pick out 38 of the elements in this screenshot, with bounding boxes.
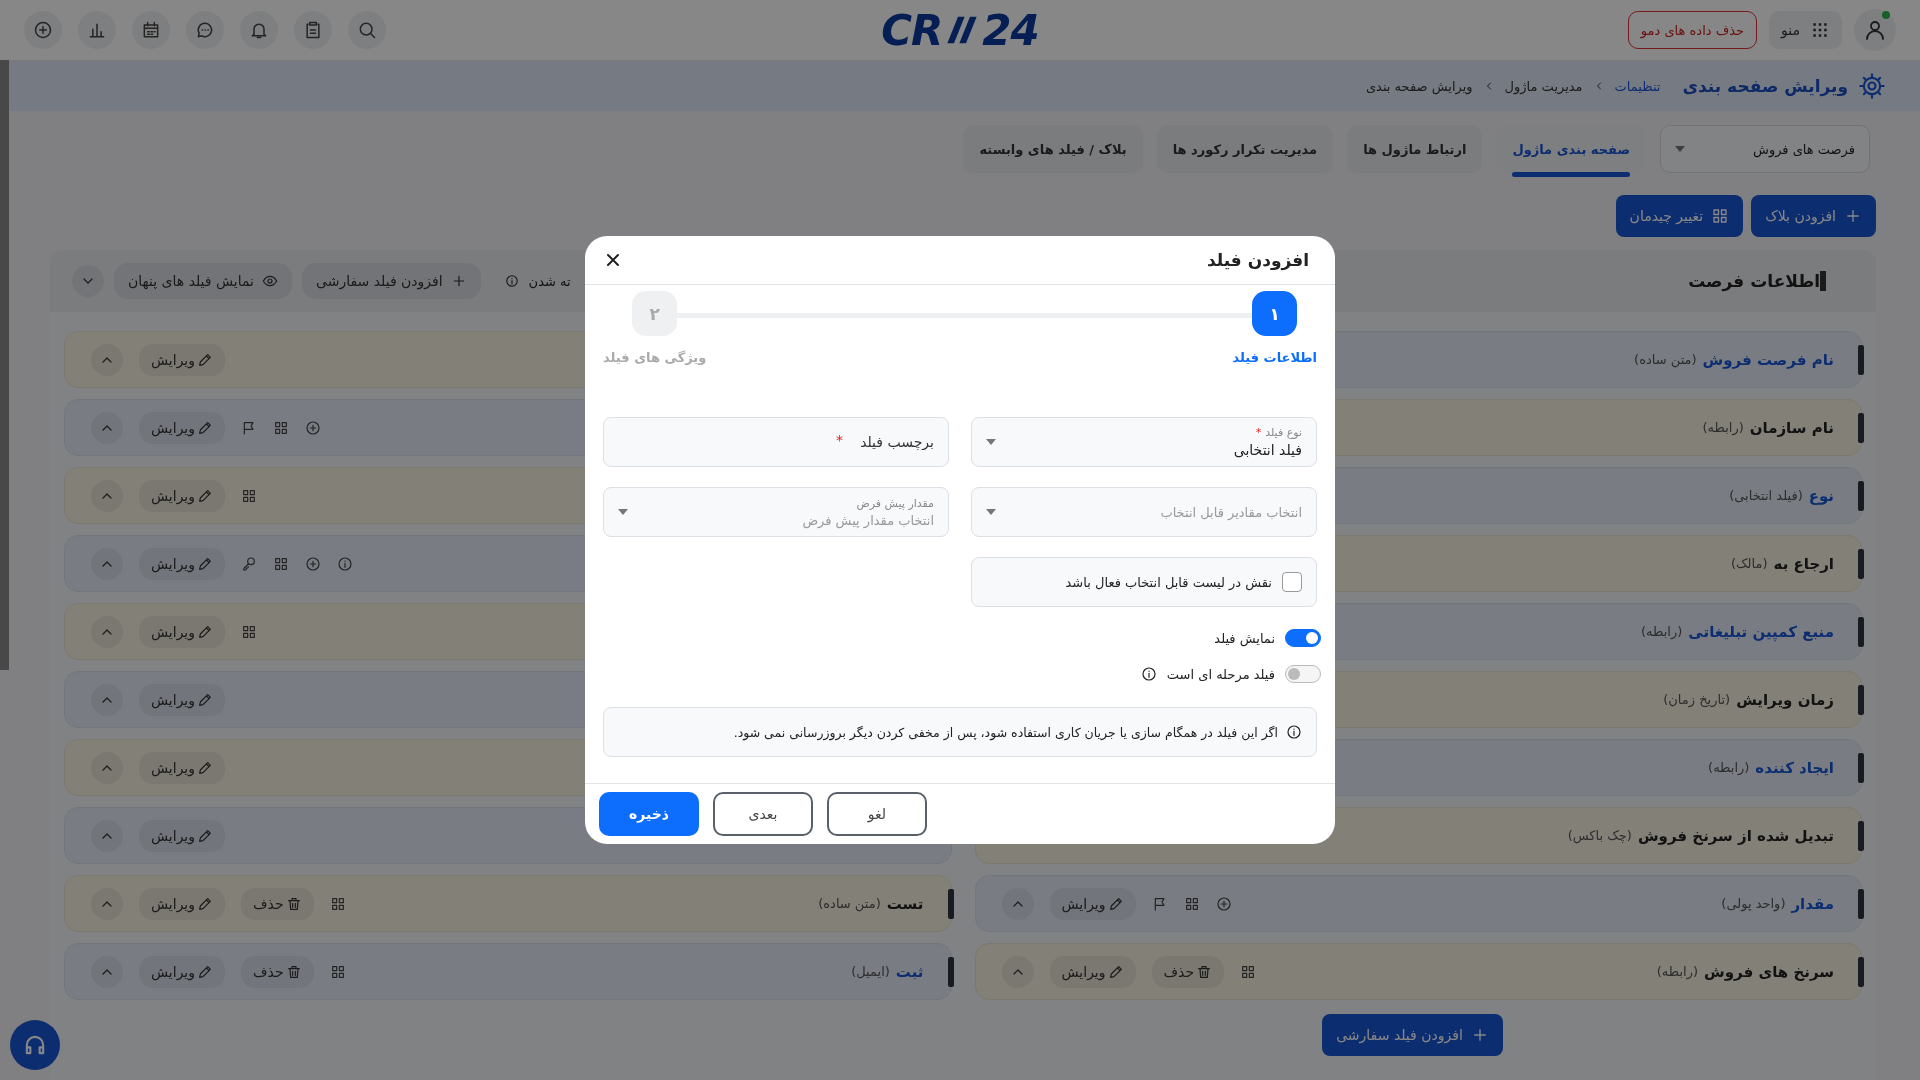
field-label: زمان ویرایش — [1736, 690, 1834, 709]
field-label: تبدیل شده از سرنخ فروش — [1637, 826, 1834, 845]
note-text: اگر این فیلد در همگام سازی یا جریان کاری استفاده شود، پس از مخفی کردن دیگر بروزرسانی نمی شود. — [733, 724, 1278, 740]
field-label: سرنخ های فروش — [1704, 962, 1834, 981]
field-label: نام فرصت فروش — [1702, 350, 1834, 369]
field-type: (رابطه) — [1641, 624, 1683, 639]
field-type: (رابطه) — [1656, 964, 1699, 979]
checkbox-label: نقش در لیست قابل انتخاب فعال باشد — [1065, 574, 1272, 590]
toggle-label: فیلد مرحله ای است — [1166, 666, 1275, 682]
field-label: مقدار — [1791, 894, 1834, 913]
field-type: (واحد پولی) — [1721, 896, 1786, 911]
field-type: (رابطه) — [1708, 760, 1750, 775]
field-type: (متن ساده) — [818, 896, 881, 911]
page-title: ویرایش صفحه بندی — [1682, 76, 1848, 96]
field-label: نام سازمان — [1749, 418, 1834, 437]
field-type: (مالک) — [1730, 556, 1768, 571]
field-label: تست — [886, 894, 924, 913]
block-title: اطلاعات فرصت — [1688, 271, 1826, 291]
field-label: ارجاع به — [1773, 554, 1834, 573]
toggle-label: نمایش فیلد — [1214, 630, 1275, 646]
field-type: (متن ساده) — [1634, 352, 1697, 367]
field-label: ایجاد کننده — [1755, 758, 1834, 777]
field-label: منبع کمپین تبلیغاتی — [1688, 622, 1834, 641]
step-label: اطلاعات فیلد — [1232, 350, 1317, 365]
breadcrumb-item: ویرایش صفحه بندی — [1365, 78, 1473, 94]
breadcrumb-item: مدیریت ماژول — [1504, 78, 1583, 94]
required-mark: * — [836, 432, 843, 448]
step-label: ویژگی های فیلد — [603, 350, 707, 365]
field-type: (رابطه) — [1702, 420, 1744, 435]
dialog-title: افزودن فیلد — [1206, 250, 1309, 270]
collapse-label: ته شدن — [528, 273, 571, 289]
logo: CR 24 — [881, 5, 1039, 55]
field-type: (ایمیل) — [851, 964, 890, 979]
field-label: نوع — [1808, 486, 1834, 505]
field-type: (فیلد انتخابی) — [1729, 488, 1803, 503]
field-label: ثبت — [895, 962, 924, 981]
field-type: (چک باکس) — [1567, 828, 1632, 843]
field-type: (تاریخ زمان) — [1663, 692, 1731, 707]
